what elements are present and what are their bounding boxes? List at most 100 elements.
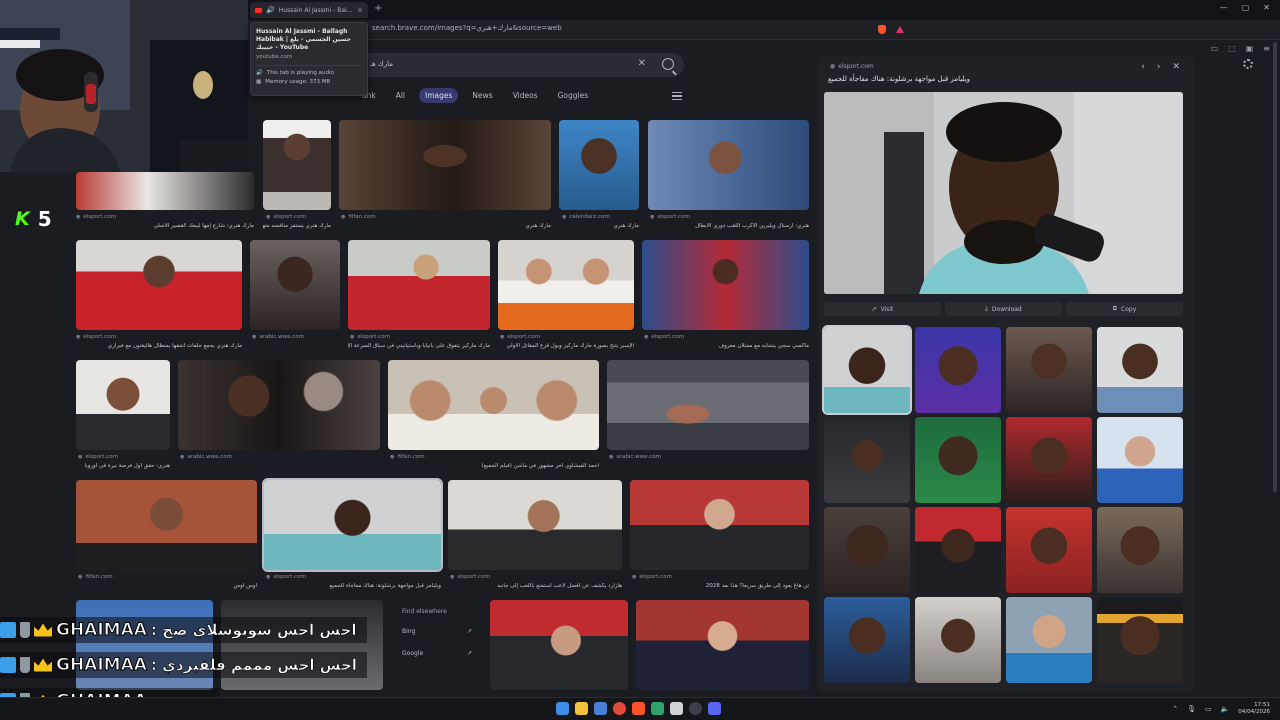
chrome-icon[interactable] bbox=[613, 702, 626, 715]
extensions-icon[interactable]: ⬚ bbox=[1228, 44, 1236, 53]
result-source[interactable]: arabic.wwe.com bbox=[609, 454, 661, 460]
tab-goggles[interactable]: Goggles bbox=[552, 88, 595, 103]
related-image[interactable] bbox=[915, 507, 1001, 593]
related-image[interactable] bbox=[915, 597, 1001, 683]
related-image[interactable] bbox=[824, 597, 910, 683]
result-source[interactable]: filfan.com bbox=[390, 454, 424, 460]
find-elsewhere-bing[interactable]: Bing ↗ bbox=[402, 628, 472, 635]
filter-icon[interactable] bbox=[672, 92, 682, 100]
result-source[interactable]: elsport.com bbox=[76, 334, 116, 340]
related-image[interactable] bbox=[1006, 597, 1092, 683]
related-image[interactable] bbox=[824, 507, 910, 593]
find-elsewhere-google[interactable]: Google ↗ bbox=[402, 650, 472, 657]
result-image[interactable] bbox=[630, 480, 809, 570]
tab-videos[interactable]: Videos bbox=[507, 88, 544, 103]
related-image[interactable] bbox=[1097, 507, 1183, 593]
new-tab-button[interactable]: + bbox=[374, 3, 382, 14]
result-image[interactable] bbox=[648, 120, 809, 210]
download-button[interactable]: ⤓ Download bbox=[945, 302, 1062, 316]
browser-tab-youtube[interactable]: 🔊 Hussain Al Jassmi - Ballagh H × bbox=[250, 2, 368, 18]
result-source[interactable]: filfan.com bbox=[78, 574, 112, 580]
related-image[interactable] bbox=[1097, 417, 1183, 503]
brave-icon[interactable] bbox=[632, 702, 645, 715]
result-image[interactable] bbox=[636, 600, 809, 690]
maximize-icon[interactable]: ▢ bbox=[1242, 3, 1250, 12]
result-image[interactable] bbox=[642, 240, 809, 330]
related-image[interactable] bbox=[1006, 327, 1092, 413]
search-input[interactable]: مارك هـ ✕ bbox=[352, 53, 684, 77]
related-image[interactable] bbox=[1097, 327, 1183, 413]
result-image[interactable] bbox=[348, 240, 490, 330]
result-image[interactable] bbox=[76, 480, 257, 570]
start-icon[interactable] bbox=[556, 702, 569, 715]
result-source[interactable]: calendarz.com bbox=[562, 214, 609, 220]
result-source[interactable]: elsport.com bbox=[644, 334, 684, 340]
related-image[interactable] bbox=[1006, 507, 1092, 593]
result-caption[interactable]: مارك هنري يستفز منافسه متهما علي bbox=[263, 223, 331, 229]
mic-icon[interactable]: 🎙 bbox=[1187, 705, 1196, 713]
result-source[interactable]: elsport.com bbox=[76, 214, 116, 220]
result-caption[interactable]: مارك هنري يجمع حلفات اشقها بمنظال هاليغت… bbox=[76, 343, 242, 349]
result-source[interactable]: elsport.com bbox=[632, 574, 672, 580]
network-icon[interactable]: ▭ bbox=[1205, 705, 1212, 713]
result-image[interactable] bbox=[76, 360, 170, 450]
result-caption[interactable]: مارك هنري bbox=[339, 223, 551, 229]
result-caption[interactable]: احمد الفيشاوي آخر مشهور في ماشن (فيلم ال… bbox=[388, 463, 599, 469]
next-icon[interactable]: › bbox=[1157, 62, 1161, 72]
related-image[interactable] bbox=[1006, 417, 1092, 503]
app-icon[interactable] bbox=[651, 702, 664, 715]
related-image[interactable] bbox=[824, 417, 910, 503]
page-scrollbar[interactable] bbox=[1273, 42, 1277, 492]
clock[interactable]: 17:51 04/04/2026 bbox=[1238, 702, 1270, 716]
store-icon[interactable] bbox=[594, 702, 607, 715]
result-image[interactable] bbox=[339, 120, 551, 210]
result-source[interactable]: elsport.com bbox=[78, 454, 118, 460]
close-icon[interactable]: ✕ bbox=[1172, 62, 1180, 72]
result-source[interactable]: elsport.com bbox=[266, 574, 306, 580]
previous-icon[interactable]: ‹ bbox=[1141, 62, 1145, 72]
result-image[interactable] bbox=[250, 240, 340, 330]
chevron-up-icon[interactable]: ⌃ bbox=[1172, 705, 1178, 713]
result-source[interactable]: elsport.com bbox=[266, 214, 306, 220]
result-caption[interactable]: ماكسي سجي يتشابه مع ممثلان معروف bbox=[642, 343, 809, 349]
result-image[interactable] bbox=[178, 360, 380, 450]
brave-rewards-icon[interactable] bbox=[896, 26, 904, 33]
related-image[interactable] bbox=[915, 327, 1001, 413]
result-source[interactable]: filfan.com bbox=[341, 214, 375, 220]
result-caption[interactable]: هازارد يكشف عن افضل لاعب استمتع باللعب إ… bbox=[448, 583, 622, 589]
result-image[interactable] bbox=[559, 120, 639, 210]
result-caption[interactable]: تن هاغ يعود إلى طريق سريعا؟ هذا بعد 2028 bbox=[630, 583, 809, 589]
visit-button[interactable]: ↗ Visit bbox=[824, 302, 941, 316]
file-explorer-icon[interactable] bbox=[575, 702, 588, 715]
preview-image[interactable] bbox=[824, 92, 1183, 294]
discord-icon[interactable] bbox=[708, 702, 721, 715]
clear-search-icon[interactable]: ✕ bbox=[638, 58, 646, 69]
obs-icon[interactable] bbox=[689, 702, 702, 715]
result-caption[interactable]: مارك ماركيز يتفوق على بانيايا وباستيانين… bbox=[348, 343, 490, 349]
result-caption[interactable]: هنري: ارسنال ويليرين الأكرب اللقب دوري ا… bbox=[648, 223, 809, 229]
related-image-selected[interactable] bbox=[822, 325, 912, 415]
result-source[interactable]: elsport.com bbox=[450, 574, 490, 580]
result-image[interactable] bbox=[263, 120, 331, 210]
minimize-icon[interactable]: — bbox=[1220, 3, 1228, 12]
result-caption[interactable]: ويليامز قبل مواجهة برشلونة: هناك مفاجأة … bbox=[264, 583, 441, 589]
preview-source[interactable]: elsport.com bbox=[830, 63, 874, 70]
result-caption[interactable]: مارك هنري bbox=[559, 223, 639, 229]
result-image[interactable] bbox=[448, 480, 622, 570]
result-image[interactable] bbox=[388, 360, 599, 450]
result-source[interactable]: arabic.wwe.com bbox=[180, 454, 232, 460]
volume-icon[interactable]: 🔈 bbox=[1221, 705, 1230, 713]
search-icon[interactable] bbox=[662, 58, 674, 70]
related-image[interactable] bbox=[915, 417, 1001, 503]
result-source[interactable]: elsport.com bbox=[650, 214, 690, 220]
url-field[interactable]: search.brave.com/images?q=مارك+هنري&sour… bbox=[372, 24, 562, 32]
tab-news[interactable]: News bbox=[466, 88, 498, 103]
result-image[interactable] bbox=[607, 360, 809, 450]
result-source[interactable]: elsport.com bbox=[500, 334, 540, 340]
settings-gear-icon[interactable] bbox=[1243, 59, 1253, 69]
result-caption[interactable]: هنري: حقق اول فرصة نيرة في أوروبا bbox=[76, 463, 171, 469]
tab-all[interactable]: All bbox=[390, 88, 411, 103]
result-caption[interactable]: اوس اوس bbox=[76, 583, 257, 589]
result-caption[interactable]: الإسبر يتنح بصورة مارك ماركيز وبول قزع ا… bbox=[498, 343, 634, 349]
preview-title[interactable]: ويليامز قبل مواجهة برشلونة: هناك مفاجأة … bbox=[828, 75, 1128, 83]
